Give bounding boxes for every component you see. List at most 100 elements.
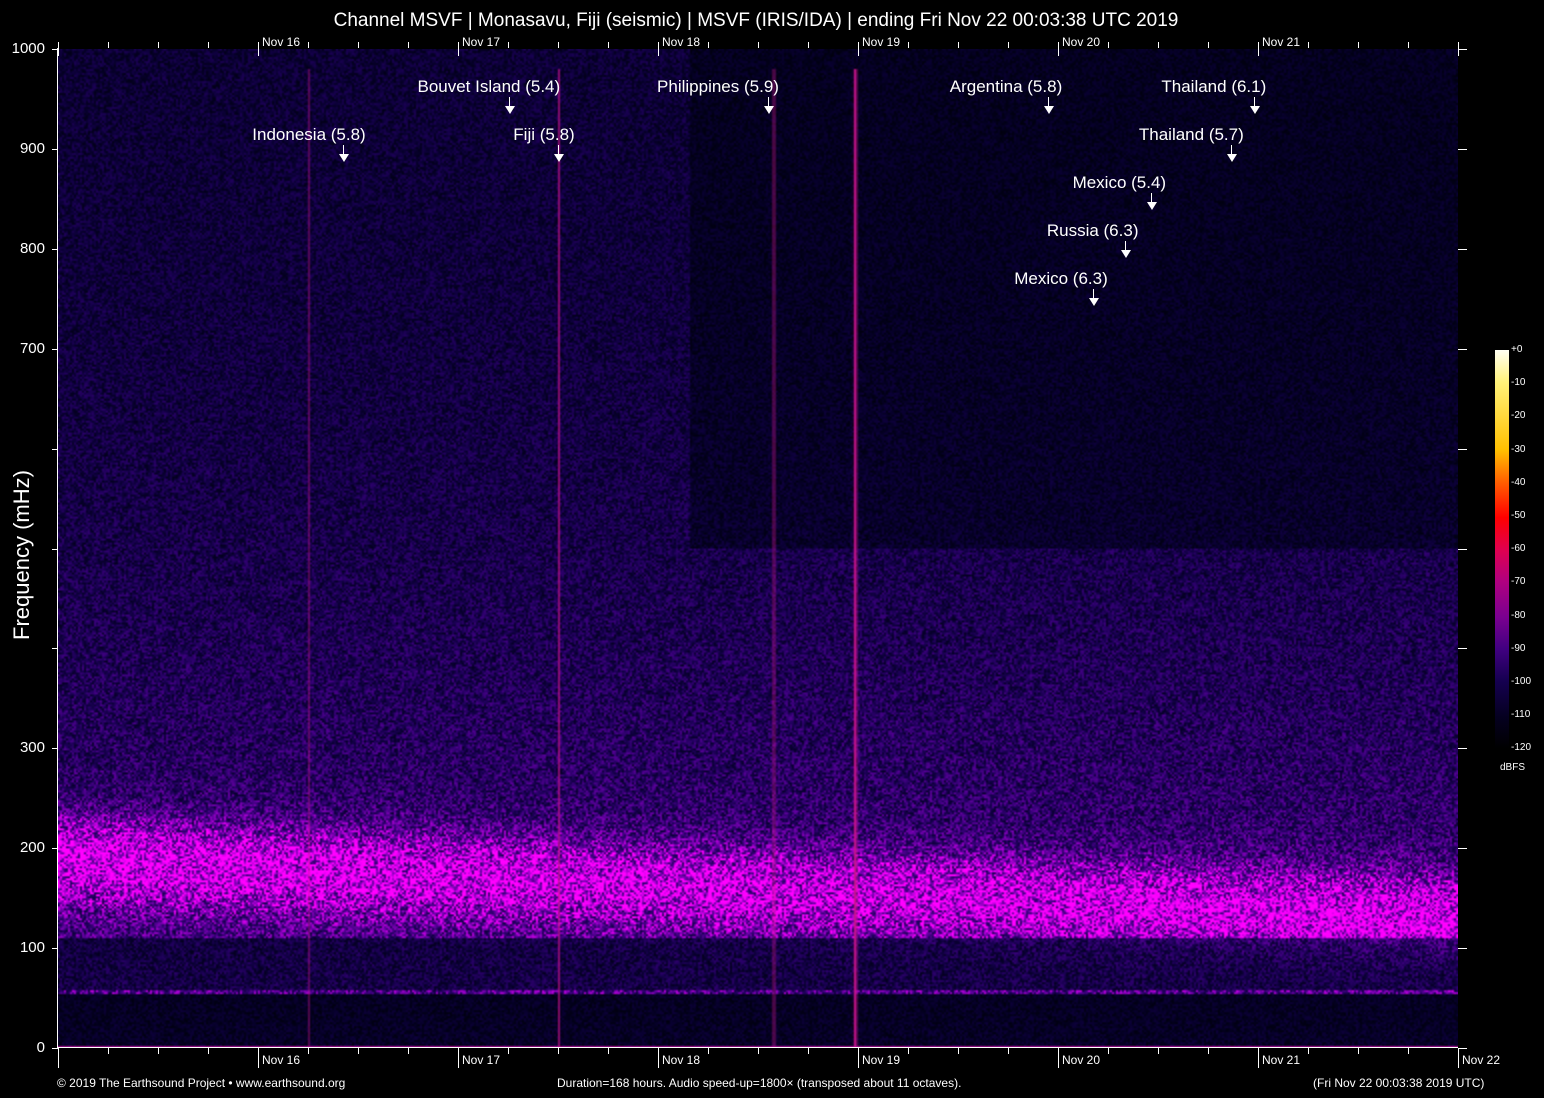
y-tick-label: 900 <box>19 139 45 157</box>
colorbar-tick-label: -80 <box>1511 609 1526 621</box>
x-tick-top <box>1458 42 1459 56</box>
colorbar-tick-label: -50 <box>1511 510 1526 521</box>
y-tick-right <box>1458 548 1467 550</box>
event-label: Argentina (5.8) <box>949 77 1063 96</box>
colorbar-tick-label: -70 <box>1511 576 1526 588</box>
y-tick <box>52 448 58 450</box>
x-tick-label: Nov 16 <box>262 1053 301 1067</box>
colorbar-tick-label: -40 <box>1511 476 1526 488</box>
event-arrowhead <box>1044 106 1054 114</box>
x-tick <box>1008 1048 1009 1054</box>
x-tick-top <box>808 42 809 48</box>
x-tick-label-top: Nov 19 <box>862 35 901 49</box>
y-tick-right <box>1458 148 1467 150</box>
x-tick-label: Nov 18 <box>662 1053 701 1067</box>
x-tick <box>508 1048 509 1054</box>
colorbar-tick-label: -30 <box>1511 443 1526 455</box>
event-label: Russia (6.3) <box>1046 221 1139 240</box>
x-tick <box>708 1048 709 1054</box>
y-tick-right <box>1458 948 1467 950</box>
x-tick <box>958 1048 959 1054</box>
x-tick <box>758 1048 759 1054</box>
y-tick-right <box>1458 648 1467 650</box>
y-tick-right <box>1458 348 1467 350</box>
x-tick-top <box>308 42 309 48</box>
y-tick-label: 800 <box>19 239 45 257</box>
event-label: Thailand (6.1) <box>1161 77 1267 96</box>
y-tick-label: 200 <box>19 839 45 857</box>
chart-title: Channel MSVF | Monasavu, Fiji (seismic) … <box>333 10 1179 31</box>
event-arrowhead <box>1249 106 1260 114</box>
colorbar-tick-label: -120 <box>1511 742 1532 754</box>
x-tick-top <box>608 42 609 48</box>
y-tick-label: 300 <box>19 739 45 757</box>
y-tick-right <box>1458 848 1467 850</box>
x-tick-label: Nov 17 <box>462 1053 501 1067</box>
event-arrowhead <box>339 154 349 162</box>
event-label: Mexico (5.4) <box>1072 173 1167 192</box>
x-tick <box>908 1048 909 1054</box>
colorbar-tick-label: -10 <box>1511 377 1526 389</box>
x-tick-label-top: Nov 16 <box>262 35 301 49</box>
x-tick <box>108 1048 109 1054</box>
colorbar-tick-label: -110 <box>1511 709 1531 721</box>
x-tick-top <box>208 42 209 48</box>
y-tick <box>52 148 58 150</box>
x-tick <box>1058 1048 1059 1068</box>
colorbar-tick-label: -60 <box>1511 543 1526 555</box>
x-tick-top <box>958 42 959 48</box>
colorbar-unit: dBFS <box>1500 762 1526 773</box>
y-tick-right <box>1458 49 1467 50</box>
x-tick-top <box>158 42 159 48</box>
x-tick <box>408 1048 409 1054</box>
colorbar-tick-label: -90 <box>1511 642 1526 654</box>
x-tick <box>1158 1048 1159 1054</box>
x-tick-top <box>458 42 459 56</box>
y-tick-label: 700 <box>19 339 45 357</box>
y-tick <box>52 248 58 250</box>
x-tick <box>258 1048 259 1068</box>
x-tick-top <box>408 42 409 48</box>
x-tick-top <box>658 42 659 56</box>
y-tick <box>52 548 58 550</box>
x-tick <box>58 1048 59 1068</box>
x-tick <box>1258 1048 1259 1068</box>
y-tick <box>52 348 58 350</box>
x-tick-top <box>1158 42 1159 48</box>
x-tick <box>608 1048 609 1054</box>
event-arrowhead <box>1120 250 1131 258</box>
x-tick-label-top: Nov 17 <box>462 35 501 49</box>
x-tick <box>208 1048 209 1054</box>
x-tick <box>1208 1048 1209 1054</box>
x-tick <box>1408 1048 1409 1054</box>
y-tick <box>52 848 58 850</box>
x-tick <box>158 1048 159 1054</box>
event-arrowhead <box>764 106 774 114</box>
y-tick-label: 100 <box>19 939 45 957</box>
x-tick-label: Nov 22 <box>1462 1053 1501 1067</box>
x-tick-top <box>1258 42 1259 56</box>
x-tick-top <box>1358 42 1359 48</box>
x-tick-label: Nov 19 <box>862 1053 901 1067</box>
colorbar-tick-label: -20 <box>1511 410 1526 422</box>
x-tick-top <box>1058 42 1059 56</box>
x-tick-label: Nov 20 <box>1062 1053 1101 1067</box>
y-tick <box>52 748 58 750</box>
colorbar-tick-label: -100 <box>1511 676 1532 687</box>
event-arrowhead <box>554 154 564 162</box>
event-arrowhead <box>504 106 515 114</box>
x-tick-top <box>358 42 359 48</box>
x-tick <box>658 1048 659 1068</box>
x-tick-top <box>908 42 909 48</box>
x-tick <box>308 1048 309 1054</box>
y-tick-label: 1000 <box>11 40 45 57</box>
event-label: Philippines (5.9) <box>657 77 779 96</box>
x-tick-top <box>58 42 59 56</box>
y-tick-right <box>1458 248 1467 250</box>
x-tick <box>1308 1048 1309 1054</box>
x-tick-top <box>708 42 709 48</box>
x-tick-top <box>258 42 259 56</box>
x-tick-top <box>1208 42 1209 48</box>
x-tick-top <box>108 42 109 48</box>
x-tick-top <box>558 42 559 48</box>
